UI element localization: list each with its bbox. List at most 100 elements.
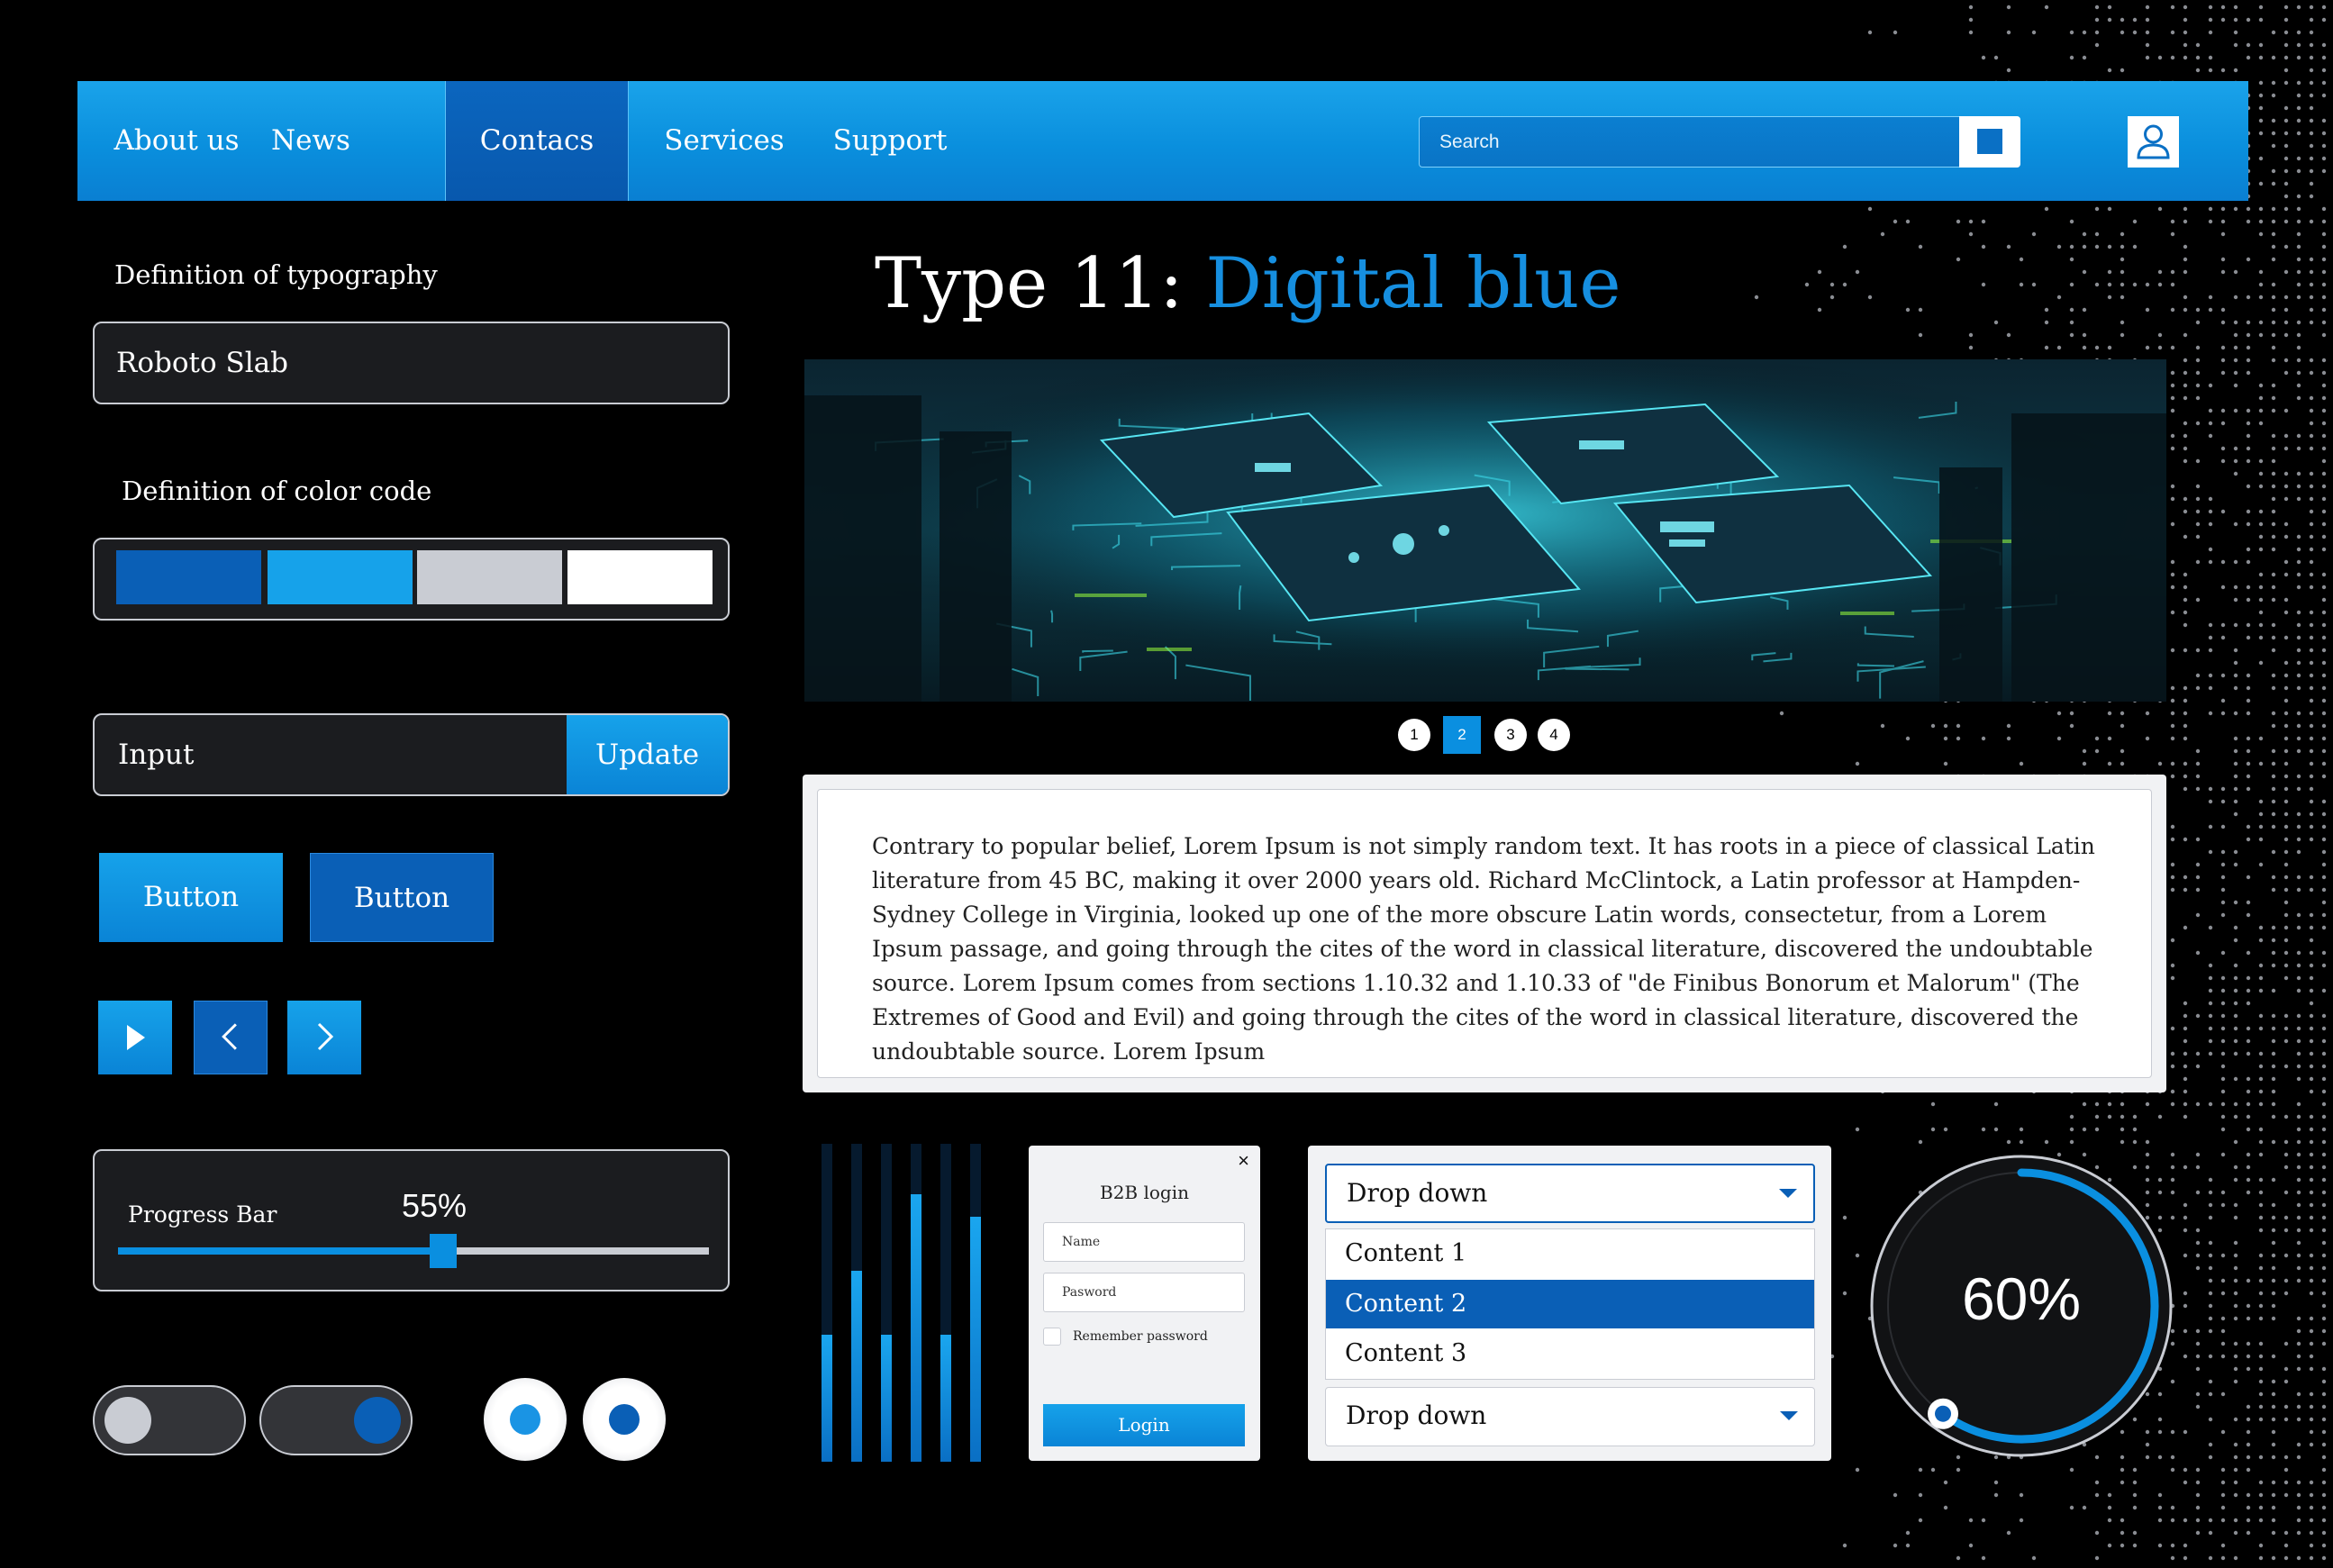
decorative-dot: [1779, 711, 1784, 716]
equalizer-bar: [940, 1144, 951, 1462]
decorative-dot: [2233, 799, 2238, 804]
nav-item-support[interactable]: Support: [827, 81, 953, 201]
toggle-switch-off[interactable]: [93, 1385, 246, 1455]
decorative-dot: [2220, 408, 2226, 413]
carousel-page-4[interactable]: 4: [1538, 719, 1570, 751]
decorative-dot: [2271, 685, 2276, 691]
decorative-dot: [2296, 496, 2301, 502]
decorative-dot: [2170, 521, 2175, 527]
decorative-dot: [2309, 307, 2314, 313]
decorative-dot: [2044, 5, 2049, 10]
decorative-dot: [1918, 1467, 1923, 1473]
decorative-dot: [2094, 231, 2100, 237]
remember-password-checkbox[interactable]: [1043, 1328, 1061, 1346]
decorative-dot: [2246, 875, 2251, 880]
decorative-dot: [2309, 471, 2314, 476]
decorative-dot: [2271, 711, 2276, 716]
text-input[interactable]: [95, 715, 568, 794]
decorative-dot: [1829, 282, 1835, 287]
secondary-button[interactable]: Button: [310, 853, 494, 942]
decorative-dot: [2258, 156, 2264, 161]
decorative-dot: [2183, 875, 2188, 880]
decorative-dot: [2258, 395, 2264, 401]
decorative-dot: [2170, 774, 2175, 779]
decorative-dot: [2233, 1417, 2238, 1422]
decorative-dot: [2258, 1492, 2264, 1498]
search-input[interactable]: [1420, 117, 1924, 167]
decorative-dot: [2271, 849, 2276, 855]
decorative-dot: [2309, 1165, 2314, 1170]
decorative-dot: [2321, 68, 2327, 73]
decorative-dot: [2183, 1202, 2188, 1208]
decorative-dot: [2082, 55, 2087, 60]
decorative-dot: [1930, 723, 1936, 729]
decorative-dot: [2321, 849, 2327, 855]
carousel-page-1[interactable]: 1: [1398, 719, 1430, 751]
decorative-dot: [2208, 5, 2213, 10]
decorative-dot: [2271, 988, 2276, 993]
nav-item-services[interactable]: Services: [654, 81, 794, 201]
decorative-dot: [2183, 1114, 2188, 1119]
decorative-dot: [2183, 723, 2188, 729]
carousel-page-2[interactable]: 2: [1443, 716, 1481, 754]
name-field[interactable]: [1043, 1222, 1245, 1262]
decorative-dot: [2120, 1480, 2125, 1485]
decorative-dot: [2157, 1518, 2163, 1523]
decorative-dot: [2246, 673, 2251, 678]
decorative-dot: [2321, 1391, 2327, 1397]
decorative-dot: [2271, 1013, 2276, 1019]
decorative-dot: [2271, 673, 2276, 678]
decorative-dot: [2258, 761, 2264, 766]
decorative-dot: [2309, 963, 2314, 968]
login-button[interactable]: Login: [1043, 1404, 1245, 1446]
decorative-dot: [2157, 1505, 2163, 1510]
dropdown-option-selected[interactable]: Content 2: [1326, 1280, 1814, 1328]
decorative-dot: [2233, 1215, 2238, 1220]
decorative-dot: [2309, 17, 2314, 23]
decorative-dot: [1993, 1492, 1999, 1498]
nav-item-about-us[interactable]: About us: [113, 81, 240, 201]
carousel-page-3[interactable]: 3: [1494, 719, 1527, 751]
search-button[interactable]: [1959, 116, 2020, 168]
decorative-dot: [2220, 1013, 2226, 1019]
decorative-dot: [2233, 1001, 2238, 1006]
previous-button[interactable]: [194, 1001, 268, 1074]
primary-button[interactable]: Button: [99, 853, 283, 942]
toggle-switch-on[interactable]: [259, 1385, 413, 1455]
user-account-button[interactable]: [2128, 116, 2179, 168]
decorative-dot: [2145, 17, 2150, 23]
decorative-dot: [2170, 837, 2175, 842]
dropdown-option[interactable]: Content 3: [1326, 1329, 1814, 1378]
dropdown-open[interactable]: Drop down: [1325, 1164, 1815, 1223]
decorative-dot: [2183, 1429, 2188, 1435]
progress-track[interactable]: [118, 1234, 709, 1268]
decorative-dot: [2006, 5, 2011, 10]
decorative-dot: [2183, 206, 2188, 212]
password-field[interactable]: [1043, 1273, 1245, 1312]
decorative-dot: [2208, 1354, 2213, 1359]
nav-item-news[interactable]: News: [267, 81, 355, 201]
decorative-dot: [2321, 799, 2327, 804]
decorative-dot: [2094, 42, 2100, 48]
update-button[interactable]: Update: [567, 715, 728, 794]
dropdown-option[interactable]: Content 1: [1326, 1229, 1814, 1278]
input-with-update: Update: [93, 713, 730, 796]
decorative-dot: [2246, 1492, 2251, 1498]
decorative-dot: [2220, 1429, 2226, 1435]
decorative-dot: [2309, 1114, 2314, 1119]
decorative-dot: [2082, 1505, 2087, 1510]
decorative-dot: [2246, 597, 2251, 603]
dropdown-closed[interactable]: Drop down: [1325, 1387, 1815, 1446]
radio-button-light[interactable]: [484, 1378, 567, 1461]
decorative-dot: [2258, 1013, 2264, 1019]
progress-handle[interactable]: [429, 1234, 457, 1268]
nav-item-contacs[interactable]: Contacs: [445, 81, 629, 201]
close-icon[interactable]: ×: [1238, 1149, 1249, 1173]
decorative-dot: [2195, 509, 2201, 514]
radio-button-dark[interactable]: [583, 1378, 666, 1461]
decorative-dot: [2296, 824, 2301, 829]
decorative-dot: [2283, 1455, 2289, 1460]
play-button[interactable]: [98, 1001, 172, 1074]
next-button[interactable]: [287, 1001, 361, 1074]
decorative-dot: [2208, 559, 2213, 565]
